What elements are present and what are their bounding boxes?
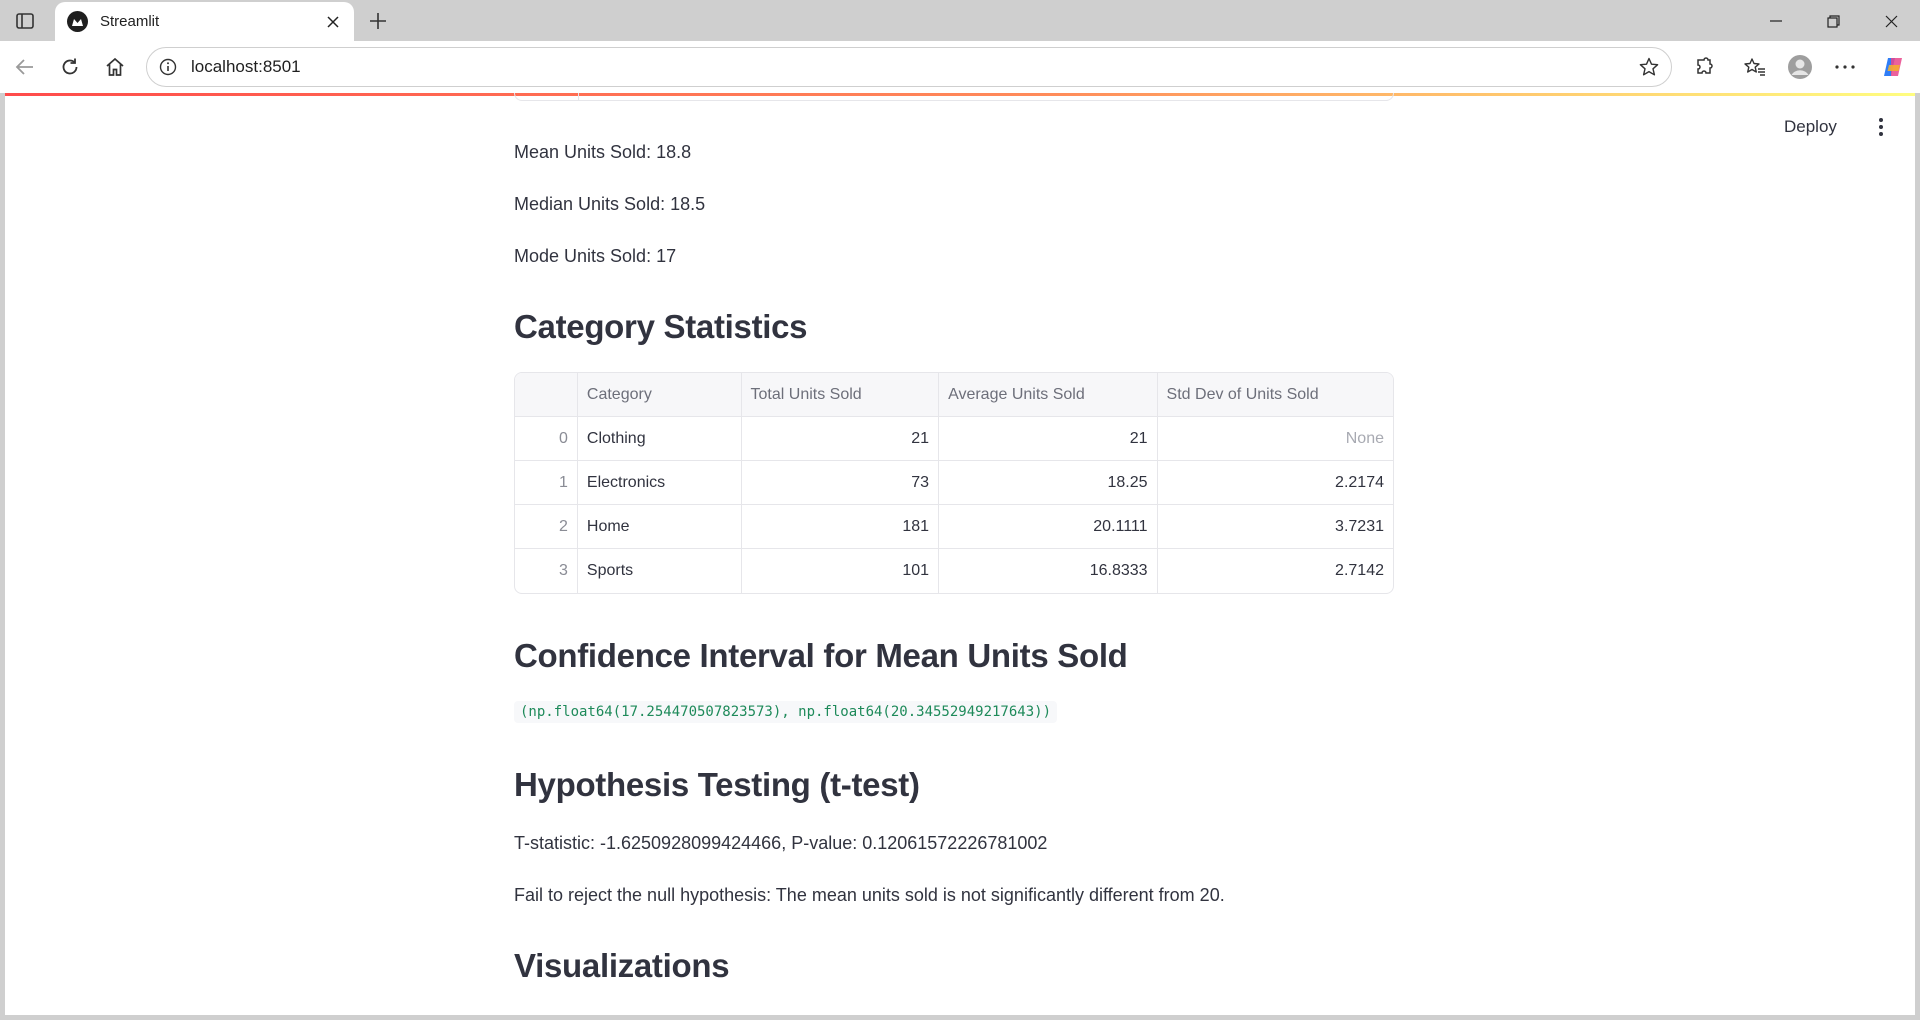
category-cell[interactable]: Sports <box>578 549 742 593</box>
tab-title: Streamlit <box>100 13 160 30</box>
home-icon[interactable] <box>100 52 130 82</box>
total-cell[interactable]: 101 <box>742 549 940 593</box>
more-options-icon[interactable] <box>1830 52 1860 82</box>
row-index: 3 <box>515 549 578 593</box>
close-tab-icon[interactable] <box>322 11 344 33</box>
table-row: 2 Home 181 20.1111 3.7231 <box>515 505 1393 549</box>
median-units-text: Median Units Sold: 18.5 <box>514 194 706 214</box>
t-test-result-text: T-statistic: -1.6250928099424466, P-valu… <box>514 833 1048 853</box>
category-cell[interactable]: Home <box>578 505 742 548</box>
site-info-icon[interactable] <box>157 56 179 78</box>
category-statistics-table[interactable]: Category Total Units Sold Average Units … <box>514 372 1394 594</box>
confidence-interval-output: (np.float64(17.254470507823573), np.floa… <box>514 701 1058 723</box>
previous-dataframe-edge <box>514 93 1394 101</box>
streamlit-favicon-icon <box>67 11 88 32</box>
t-test-conclusion-text: Fail to reject the null hypothesis: The … <box>514 885 1225 905</box>
tab-strip: Streamlit <box>0 0 1920 41</box>
back-arrow-icon[interactable] <box>10 52 40 82</box>
std-cell[interactable]: None <box>1158 417 1393 460</box>
favorite-star-icon[interactable] <box>1637 55 1661 79</box>
row-index: 2 <box>515 505 578 548</box>
table-header-row: Category Total Units Sold Average Units … <box>515 373 1393 417</box>
total-cell[interactable]: 21 <box>742 417 940 460</box>
table-row: 1 Electronics 73 18.25 2.2174 <box>515 461 1393 505</box>
minimize-icon[interactable] <box>1756 6 1796 36</box>
browser-tab[interactable]: Streamlit <box>55 2 354 41</box>
visualizations-heading: Visualizations <box>514 947 730 984</box>
confidence-interval-heading: Confidence Interval for Mean Units Sold <box>514 637 1128 674</box>
extensions-icon[interactable] <box>1689 52 1719 82</box>
tab-actions-icon[interactable] <box>12 8 38 34</box>
new-tab-icon[interactable] <box>364 7 392 35</box>
reload-icon[interactable] <box>55 52 85 82</box>
close-window-icon[interactable] <box>1871 6 1911 36</box>
hypothesis-testing-heading: Hypothesis Testing (t-test) <box>514 766 920 803</box>
main-menu-icon[interactable] <box>1871 114 1891 140</box>
column-header-total[interactable]: Total Units Sold <box>741 373 940 416</box>
std-cell[interactable]: 3.7231 <box>1158 505 1393 548</box>
streamlit-app: Deploy Mean Units Sold: 18.8 Median Unit… <box>5 93 1915 1015</box>
std-cell[interactable]: 2.7142 <box>1158 549 1393 593</box>
table-row: 3 Sports 101 16.8333 2.7142 <box>515 549 1393 593</box>
total-cell[interactable]: 181 <box>742 505 940 548</box>
copilot-icon[interactable] <box>1878 52 1908 82</box>
std-cell[interactable]: 2.2174 <box>1158 461 1393 504</box>
mean-units-text: Mean Units Sold: 18.8 <box>514 142 692 162</box>
column-header-average[interactable]: Average Units Sold <box>939 373 1158 416</box>
column-header-std[interactable]: Std Dev of Units Sold <box>1157 373 1393 416</box>
average-cell[interactable]: 20.1111 <box>939 505 1158 548</box>
browser-toolbar: localhost:8501 <box>0 41 1920 93</box>
column-header-index[interactable] <box>515 373 578 416</box>
mode-units-text: Mode Units Sold: 17 <box>514 246 677 266</box>
average-cell[interactable]: 21 <box>939 417 1158 460</box>
category-statistics-heading: Category Statistics <box>514 308 808 345</box>
restore-icon[interactable] <box>1813 6 1853 36</box>
row-index: 0 <box>515 417 578 460</box>
average-cell[interactable]: 18.25 <box>939 461 1158 504</box>
deploy-button[interactable]: Deploy <box>1784 117 1837 137</box>
column-header-category[interactable]: Category <box>577 373 742 416</box>
address-bar[interactable]: localhost:8501 <box>146 47 1672 87</box>
profile-avatar-icon[interactable] <box>1785 52 1815 82</box>
total-cell[interactable]: 73 <box>742 461 940 504</box>
category-cell[interactable]: Electronics <box>578 461 742 504</box>
row-index: 1 <box>515 461 578 504</box>
average-cell[interactable]: 16.8333 <box>939 549 1158 593</box>
category-cell[interactable]: Clothing <box>578 417 742 460</box>
favorites-icon[interactable] <box>1740 52 1770 82</box>
table-row: 0 Clothing 21 21 None <box>515 417 1393 461</box>
url-text: localhost:8501 <box>191 57 301 76</box>
